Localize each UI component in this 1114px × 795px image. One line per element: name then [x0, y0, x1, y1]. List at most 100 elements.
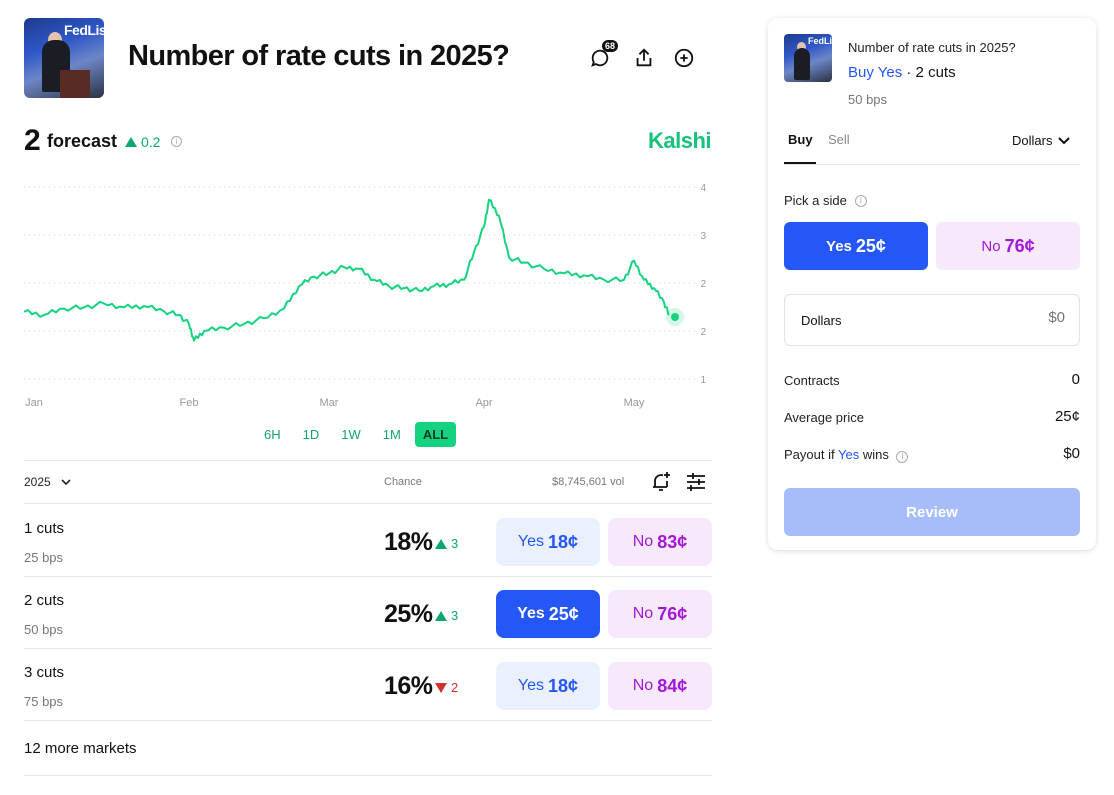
sliders-icon — [687, 473, 705, 491]
trade-panel: FedListen Number of rate cuts in 2025? B… — [768, 18, 1096, 550]
info-icon[interactable]: i — [854, 194, 867, 207]
y-tick-label: 4 — [700, 183, 706, 194]
yes-price: 25¢ — [548, 603, 579, 624]
divider — [24, 503, 712, 504]
payout-suffix: wins — [862, 447, 889, 462]
range-all[interactable]: ALL — [414, 422, 457, 447]
row-bps: 75 bps — [24, 694, 64, 709]
range-1d[interactable]: 1D — [295, 422, 328, 447]
triangle-down-icon — [435, 682, 447, 693]
thumbnail-text: FedListen — [808, 36, 832, 46]
info-icon[interactable]: i — [896, 451, 909, 463]
year-select-label: 2025 — [24, 475, 51, 489]
yes-label: Yes — [517, 533, 545, 550]
comments-button[interactable]: 68 — [586, 40, 618, 72]
range-6h[interactable]: 6H — [256, 422, 289, 447]
chart-svg: 4 3 2 2 1 Jan Feb Mar Apr May — [24, 183, 706, 409]
unit-select-label: Dollars — [1012, 133, 1053, 148]
x-tick-label: Jan — [25, 397, 43, 409]
forecast-delta: 0.2 — [125, 134, 160, 150]
yes-label: Yes — [517, 677, 545, 694]
divider — [24, 576, 712, 577]
row-name: 1 cuts — [24, 520, 65, 537]
row-yes-button[interactable]: Yes 18¢ — [496, 518, 600, 566]
contracts-row: Contracts 0 — [784, 371, 1080, 388]
amount-field: Dollars — [784, 294, 1080, 346]
y-tick-label: 3 — [700, 231, 706, 242]
alert-button[interactable] — [649, 470, 673, 494]
row-change-value: 3 — [451, 536, 459, 551]
brand-logo: Kalshi — [648, 128, 712, 153]
time-range-selector: 6H 1D 1W 1M ALL — [256, 422, 457, 447]
row-yes-button[interactable]: Yes 25¢ — [496, 590, 600, 638]
yes-label: Yes — [517, 605, 545, 622]
divider — [24, 648, 712, 649]
yes-price: 18¢ — [548, 531, 579, 552]
year-select[interactable]: 2025 — [24, 475, 71, 489]
row-change: 3 — [435, 608, 458, 623]
row-no-button[interactable]: No 76¢ — [608, 590, 712, 638]
panel-no-price: 76¢ — [1004, 235, 1035, 256]
row-no-button[interactable]: No 84¢ — [608, 662, 712, 710]
panel-no-button[interactable]: No 76¢ — [936, 222, 1080, 270]
share-button[interactable] — [630, 44, 658, 72]
row-no-button[interactable]: No 83¢ — [608, 518, 712, 566]
amount-input[interactable] — [945, 309, 1065, 326]
payout-prefix: Payout if — [784, 447, 835, 462]
tabs-divider — [784, 164, 1080, 165]
row-name: 2 cuts — [24, 592, 65, 609]
forecast-delta-value: 0.2 — [141, 134, 161, 150]
forecast-value: 2 — [24, 124, 41, 157]
panel-bps: 50 bps — [848, 92, 888, 107]
panel-selection-side: Buy Yes — [848, 64, 903, 81]
row-change-value: 2 — [451, 680, 459, 695]
volume-label: $8,745,601 vol — [552, 476, 625, 488]
y-tick-label: 2 — [700, 279, 706, 290]
no-price: 83¢ — [657, 531, 688, 552]
filter-button[interactable] — [684, 470, 708, 494]
yes-price: 18¢ — [548, 675, 579, 696]
market-thumbnail: FedListen — [24, 18, 104, 98]
x-tick-label: Mar — [320, 397, 339, 409]
row-change: 3 — [435, 536, 458, 551]
range-1w[interactable]: 1W — [333, 422, 369, 447]
average-price-label: Average price — [784, 410, 864, 425]
tab-sell[interactable]: Sell — [828, 132, 850, 147]
thumbnail-speaker — [794, 48, 810, 80]
panel-yes-label: Yes — [826, 237, 852, 255]
forecast-label: forecast — [47, 131, 118, 151]
row-yes-button[interactable]: Yes 18¢ — [496, 662, 600, 710]
payout-value: $0 — [1063, 445, 1080, 462]
row-bps: 25 bps — [24, 550, 64, 565]
more-markets-link[interactable]: 12 more markets — [24, 740, 137, 757]
amount-label: Dollars — [801, 313, 842, 328]
average-price-row: Average price 25¢ — [784, 408, 1080, 425]
add-circle-icon — [674, 48, 694, 68]
panel-yes-price: 25¢ — [855, 235, 886, 256]
contracts-label: Contracts — [784, 373, 840, 388]
row-name: 3 cuts — [24, 664, 65, 681]
tab-active-indicator — [784, 162, 816, 164]
unit-select[interactable]: Dollars — [1012, 133, 1071, 148]
pick-side-text: Pick a side — [784, 193, 847, 208]
panel-yes-button[interactable]: Yes 25¢ — [784, 222, 928, 270]
thumbnail-podium — [60, 70, 90, 98]
range-1m[interactable]: 1M — [375, 422, 409, 447]
y-tick-label: 1 — [700, 375, 706, 386]
row-chance: 16% — [384, 672, 433, 700]
chevron-down-icon — [1058, 136, 1071, 144]
tab-buy[interactable]: Buy — [788, 132, 813, 147]
chance-header: Chance — [384, 476, 422, 488]
no-label: No — [632, 677, 654, 694]
y-tick-label: 2 — [700, 327, 706, 338]
add-button[interactable] — [670, 44, 698, 72]
series-line — [24, 198, 670, 342]
panel-thumbnail: FedListen — [784, 34, 832, 82]
info-icon[interactable]: i — [171, 136, 182, 147]
row-chance: 18% — [384, 528, 433, 556]
x-tick-label: Feb — [180, 397, 199, 409]
x-tick-label: May — [624, 397, 645, 409]
review-button[interactable]: Review — [784, 488, 1080, 536]
current-point — [671, 313, 679, 321]
divider — [24, 775, 712, 776]
